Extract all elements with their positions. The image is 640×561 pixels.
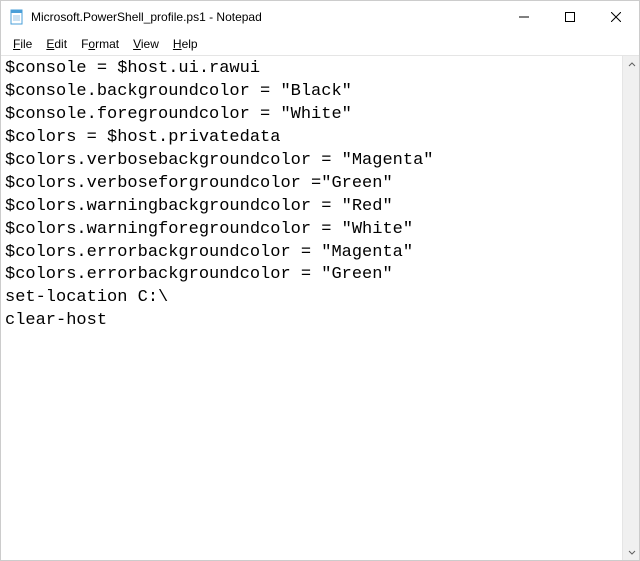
- maximize-button[interactable]: [547, 1, 593, 33]
- scroll-down-button[interactable]: [623, 543, 640, 560]
- vertical-scrollbar[interactable]: [622, 56, 639, 560]
- titlebar: Microsoft.PowerShell_profile.ps1 - Notep…: [1, 1, 639, 33]
- menu-view[interactable]: View: [127, 35, 165, 53]
- menu-file[interactable]: File: [7, 35, 38, 53]
- menu-help[interactable]: Help: [167, 35, 204, 53]
- minimize-button[interactable]: [501, 1, 547, 33]
- menu-format[interactable]: Format: [75, 35, 125, 53]
- editor-container: $console = $host.ui.rawui $console.backg…: [1, 55, 639, 560]
- window-controls: [501, 1, 639, 33]
- close-button[interactable]: [593, 1, 639, 33]
- chevron-up-icon: [628, 61, 636, 69]
- window-title: Microsoft.PowerShell_profile.ps1 - Notep…: [31, 10, 501, 24]
- notepad-icon: [9, 9, 25, 25]
- text-editor[interactable]: $console = $host.ui.rawui $console.backg…: [1, 56, 622, 560]
- menubar: File Edit Format View Help: [1, 33, 639, 55]
- menu-edit[interactable]: Edit: [40, 35, 73, 53]
- chevron-down-icon: [628, 548, 636, 556]
- maximize-icon: [565, 12, 575, 22]
- close-icon: [611, 12, 621, 22]
- minimize-icon: [519, 12, 529, 22]
- scroll-up-button[interactable]: [623, 56, 640, 73]
